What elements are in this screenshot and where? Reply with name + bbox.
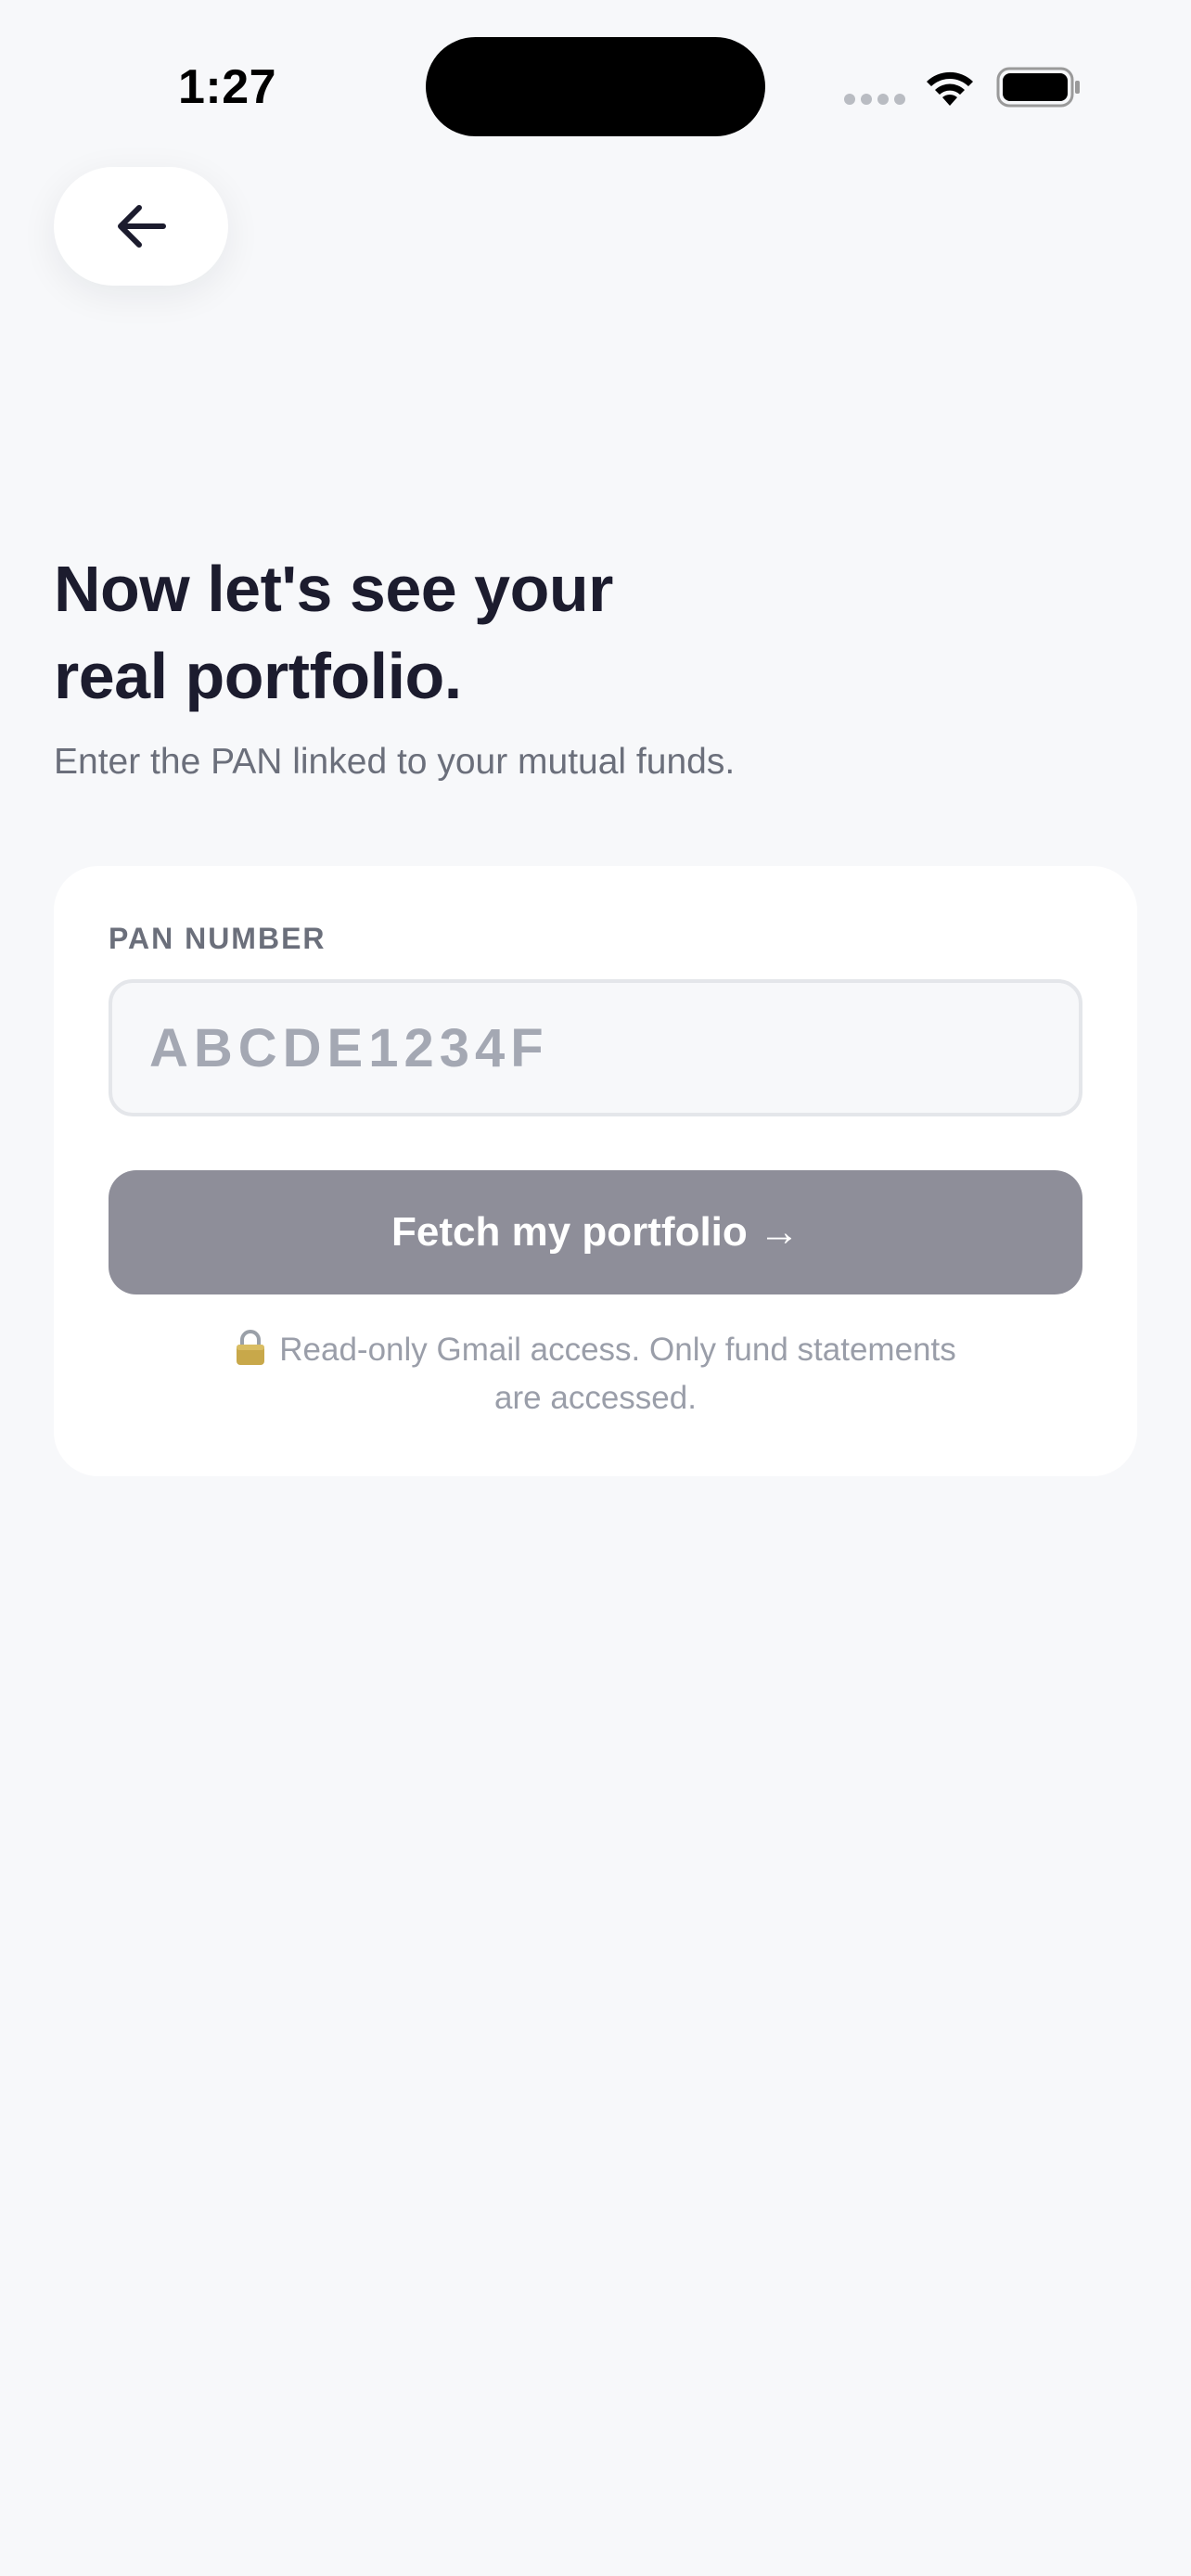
pan-number-label: PAN NUMBER [109,922,327,955]
dynamic-island [426,37,765,136]
cellular-signal-icon [844,94,905,105]
arrow-left-icon [118,205,166,248]
fetch-portfolio-button[interactable]: Fetch my portfolio → [109,1170,1082,1294]
lock-icon [237,1330,265,1365]
page-title-line-2: real portfolio. [54,640,462,712]
page-title-line-1: Now let's see your [54,553,613,625]
page-subtitle: Enter the PAN linked to your mutual fund… [54,742,736,782]
back-button[interactable] [54,167,228,286]
pan-form-card: PAN NUMBER Fetch my portfolio → Read-onl… [54,866,1137,1476]
wifi-icon [927,71,973,106]
pan-entry-screen: 1:27 Now let's see your real portfolio. … [0,0,1191,2576]
page-title: Now let's see your real portfolio. [54,545,889,720]
pan-number-input[interactable] [109,979,1082,1116]
privacy-disclaimer-text: Read-only Gmail access. Only fund statem… [279,1332,956,1416]
privacy-disclaimer: Read-only Gmail access. Only fund statem… [109,1326,1082,1422]
status-time: 1:27 [178,60,277,114]
battery-icon [996,67,1080,108]
